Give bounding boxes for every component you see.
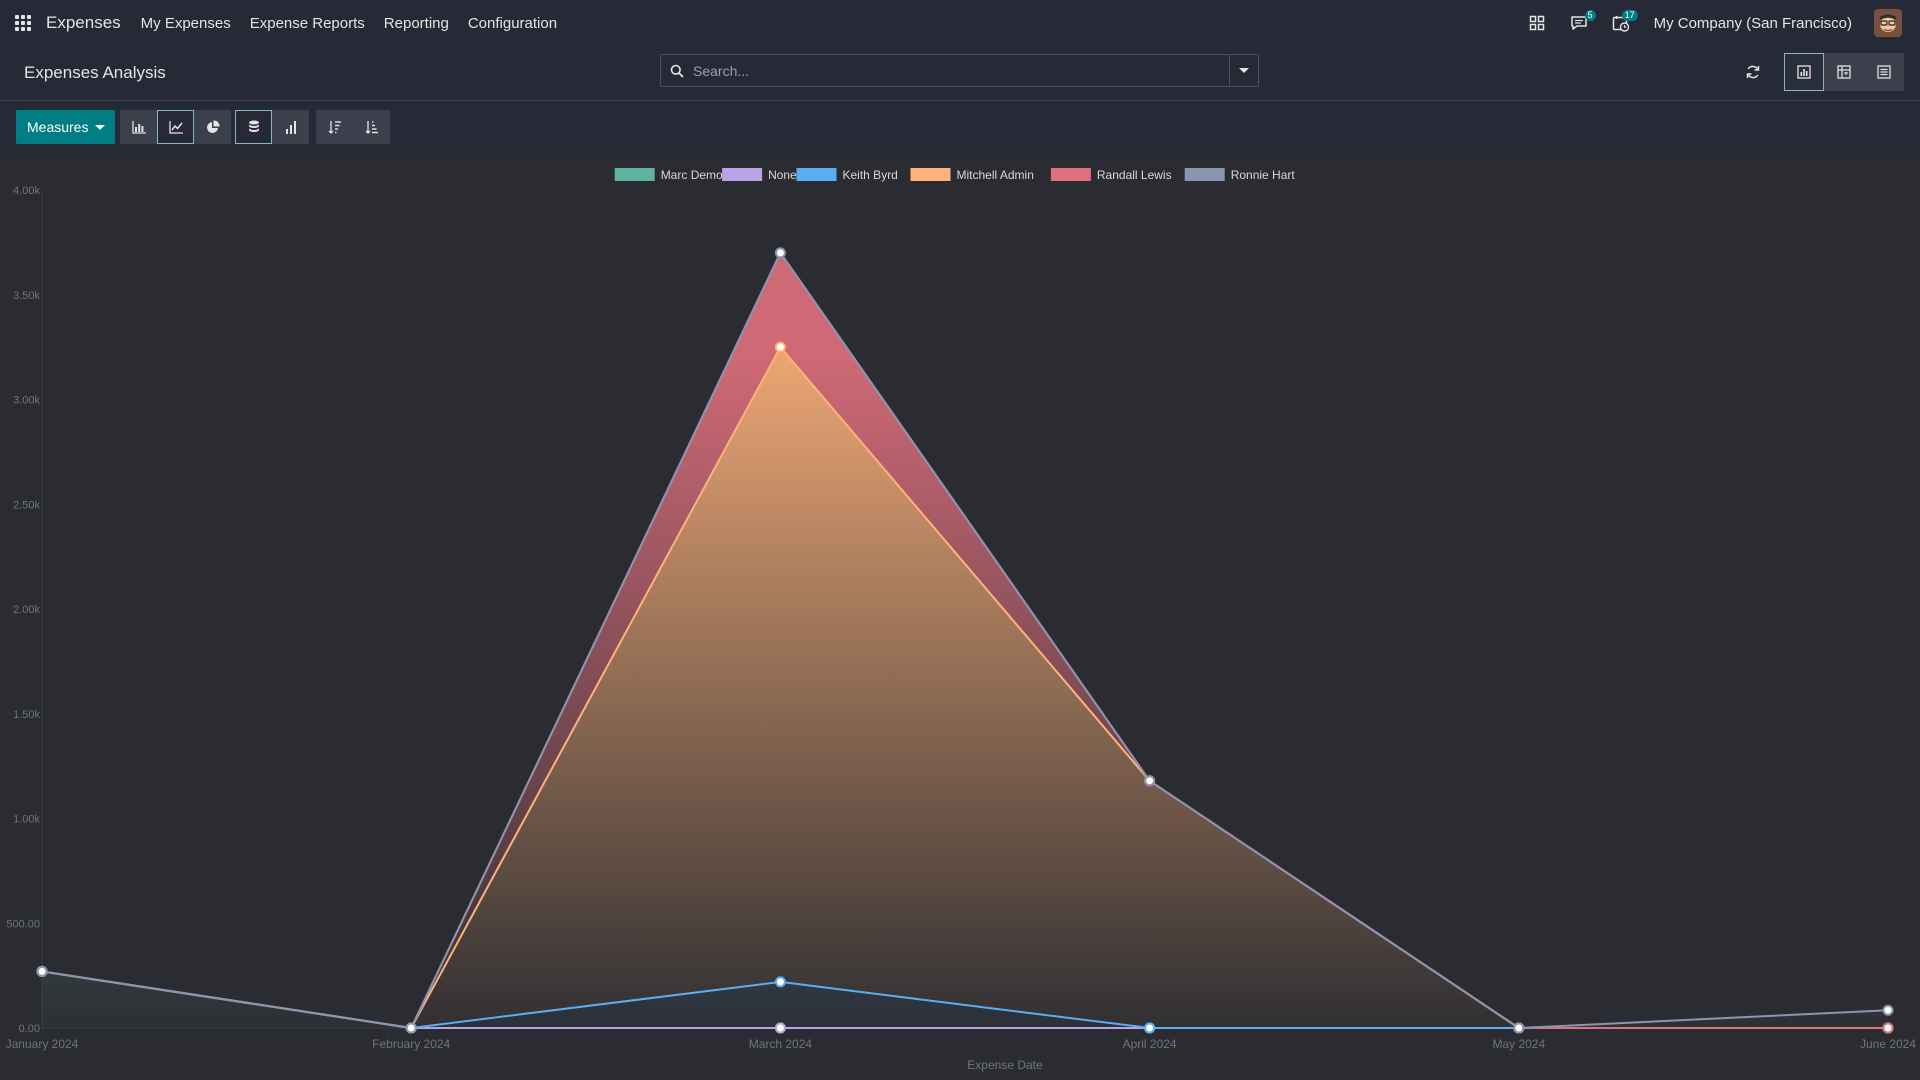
- y-tick-label: 3.50k: [13, 290, 40, 302]
- menu-my-expenses[interactable]: My Expenses: [141, 15, 231, 32]
- legend-swatch: [796, 168, 837, 181]
- stacked-toggle-button[interactable]: [235, 110, 273, 144]
- systray: 5 17 My Company (San Francisco): [1516, 0, 1920, 46]
- graph-panel: 0.00 500.00 1.00k 1.50k 2.00k 2.50k 3.00k 3.50k…: [0, 158, 1920, 1080]
- y-tick-label: 500.00: [6, 918, 40, 930]
- avatar[interactable]: [1874, 9, 1902, 37]
- messages-button[interactable]: 5: [1558, 0, 1600, 46]
- legend-label: None: [768, 168, 797, 182]
- measures-button[interactable]: Measures: [16, 110, 116, 144]
- squares-icon: [1529, 15, 1544, 31]
- pie-chart-button[interactable]: [194, 110, 232, 144]
- pie-chart-icon: [206, 120, 220, 133]
- bar-chart-icon: [132, 120, 146, 134]
- search-bar: [660, 54, 1259, 87]
- menu-configuration[interactable]: Configuration: [468, 15, 557, 32]
- data-point: [1882, 1004, 1894, 1016]
- activities-button[interactable]: 17: [1600, 0, 1642, 46]
- graph-view-button[interactable]: [1784, 53, 1824, 91]
- y-tick-label: 1.00k: [13, 814, 40, 826]
- company-switcher[interactable]: My Company (San Francisco): [1654, 15, 1852, 32]
- caret-down-icon: [1239, 68, 1249, 73]
- x-tick-label: May 2024: [1492, 1037, 1545, 1051]
- legend-label: Marc Demo: [661, 168, 723, 182]
- data-point: [1144, 775, 1156, 787]
- sort-descending-icon: [328, 121, 341, 134]
- legend-label: Mitchell Admin: [957, 168, 1034, 182]
- data-point: [405, 1022, 417, 1034]
- activities-badge: 17: [1621, 10, 1638, 21]
- switch-app-button[interactable]: [1516, 0, 1558, 46]
- page-title: Expenses Analysis: [24, 63, 166, 82]
- bar-chart-button[interactable]: [120, 110, 158, 144]
- pivot-view-button[interactable]: [1824, 53, 1864, 91]
- refresh-icon: [1746, 65, 1760, 79]
- caret-down-icon: [95, 124, 106, 130]
- app-brand[interactable]: Expenses: [46, 13, 121, 33]
- search-options-toggle[interactable]: [1229, 55, 1258, 86]
- messages-badge: 5: [1584, 10, 1596, 21]
- x-tick-label: April 2024: [1123, 1037, 1177, 1051]
- cumulative-bars-icon: [285, 120, 296, 134]
- line-chart-button[interactable]: [157, 110, 195, 144]
- x-axis-label: Expense Date: [967, 1058, 1043, 1072]
- data-point: [1144, 1022, 1156, 1034]
- legend-swatch: [1184, 168, 1225, 181]
- legend-swatch: [1050, 168, 1091, 181]
- menu-expense-reports[interactable]: Expense Reports: [250, 15, 365, 32]
- top-navbar: Expenses My Expenses Expense Reports Rep…: [0, 0, 1920, 46]
- legend-swatch: [614, 168, 655, 181]
- graph-toolbar: Measures: [16, 110, 391, 144]
- reload-button[interactable]: [1736, 55, 1770, 89]
- user-avatar-icon: [1874, 9, 1902, 37]
- control-panel: Expenses Analysis: [0, 46, 1920, 101]
- legend-label: Randall Lewis: [1097, 168, 1172, 182]
- list-icon: [1877, 65, 1891, 79]
- sort-descending-button[interactable]: [316, 110, 354, 144]
- search-input[interactable]: [693, 55, 1229, 86]
- cumulative-button[interactable]: [272, 110, 310, 144]
- pivot-table-icon: [1837, 65, 1851, 79]
- line-chart-icon: [169, 120, 183, 134]
- measures-label: Measures: [27, 119, 89, 135]
- grid-icon: [15, 15, 31, 31]
- y-tick-label: 0.00: [19, 1023, 40, 1035]
- data-point: [774, 1022, 786, 1034]
- line-chart[interactable]: 0.00 500.00 1.00k 1.50k 2.00k 2.50k 3.00k 3.50k…: [0, 158, 1920, 1080]
- data-point: [36, 965, 48, 977]
- data-point: [774, 247, 786, 259]
- series-area: [42, 347, 1888, 1028]
- control-panel-divider: [0, 100, 1920, 101]
- view-switcher: [1736, 53, 1904, 91]
- data-point: [1882, 1022, 1894, 1034]
- data-point: [774, 976, 786, 988]
- list-view-button[interactable]: [1864, 53, 1904, 91]
- database-stack-icon: [248, 120, 259, 132]
- y-tick-label: 3.00k: [13, 395, 40, 407]
- y-tick-label: 2.50k: [13, 499, 40, 511]
- apps-menu-button[interactable]: [0, 0, 46, 46]
- x-tick-label: January 2024: [6, 1037, 79, 1051]
- search-icon: [661, 55, 693, 86]
- x-tick-label: March 2024: [749, 1037, 813, 1051]
- legend-swatch: [910, 168, 951, 181]
- area-chart-icon: [1797, 65, 1811, 79]
- x-tick-label: February 2024: [372, 1037, 450, 1051]
- legend-label: Ronnie Hart: [1231, 168, 1296, 182]
- menu-reporting[interactable]: Reporting: [384, 15, 449, 32]
- legend-label: Keith Byrd: [843, 168, 898, 182]
- data-point: [1513, 1022, 1525, 1034]
- y-tick-label: 2.00k: [13, 604, 40, 616]
- y-tick-label: 4.00k: [13, 185, 40, 197]
- sort-ascending-icon: [365, 121, 378, 134]
- x-tick-label: June 2024: [1860, 1037, 1916, 1051]
- y-tick-label: 1.50k: [13, 709, 40, 721]
- sort-ascending-button[interactable]: [353, 110, 391, 144]
- legend-swatch: [722, 168, 763, 181]
- data-point: [774, 341, 786, 353]
